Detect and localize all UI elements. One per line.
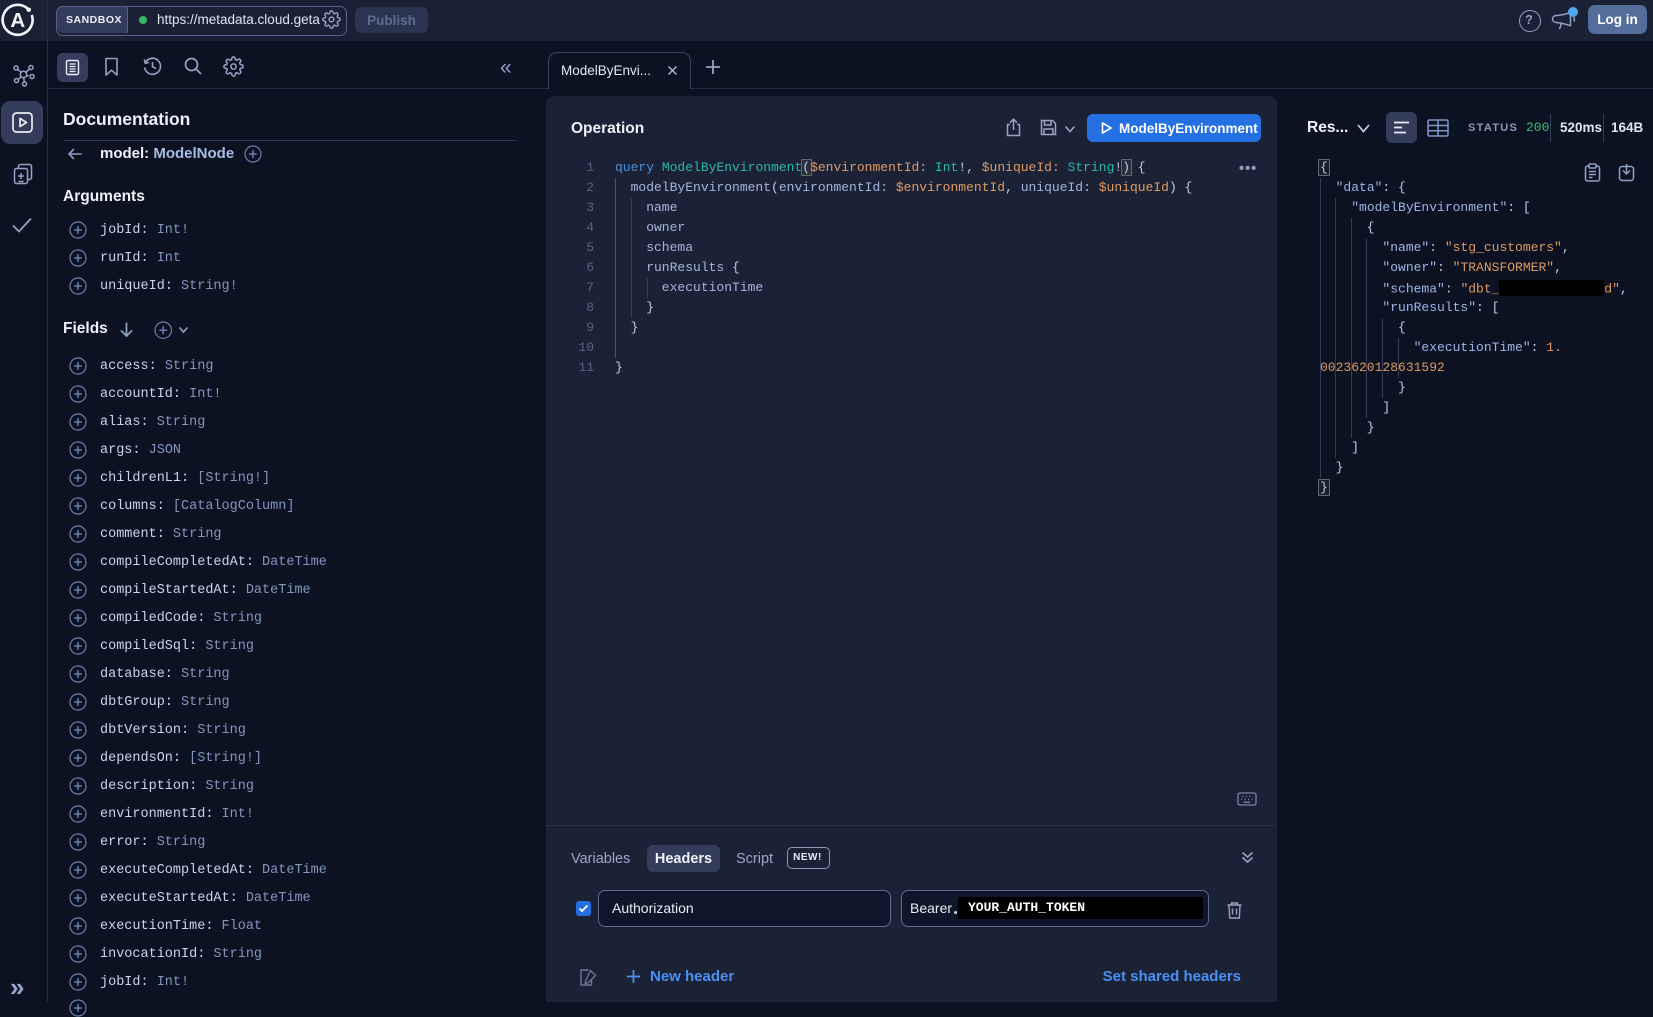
svg-text:A: A [10, 9, 25, 32]
